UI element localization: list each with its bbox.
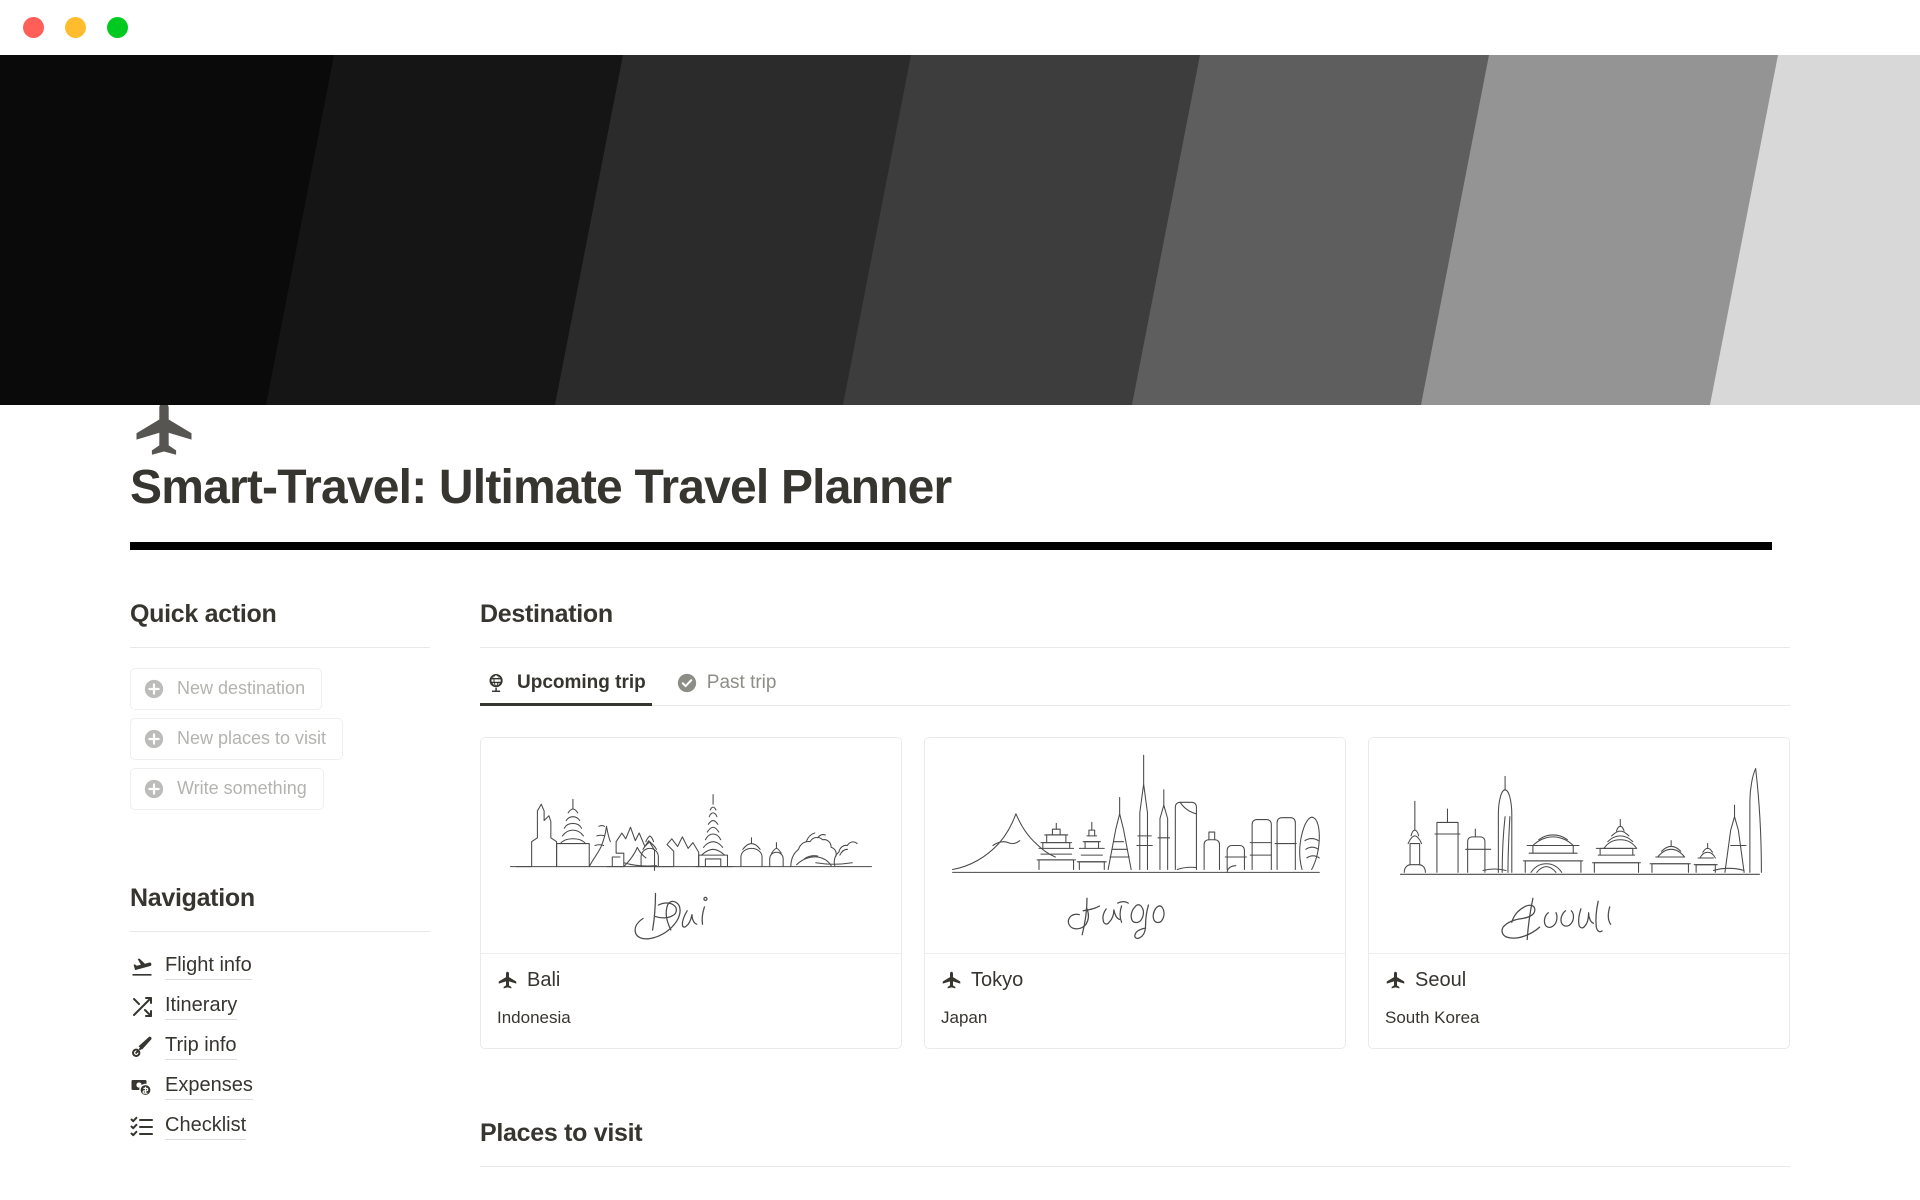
card-title: Tokyo bbox=[971, 968, 1024, 991]
quick-action-block: Quick action New destination New places … bbox=[130, 600, 430, 810]
card-country: Japan bbox=[941, 1007, 988, 1027]
destination-heading: Destination bbox=[480, 599, 613, 628]
card-body: Tokyo Japan bbox=[925, 954, 1345, 1048]
write-something-button[interactable]: Write something bbox=[130, 767, 324, 810]
navigation-divider bbox=[130, 930, 430, 932]
tab-label: Upcoming trip bbox=[517, 671, 646, 693]
card-title: Bali bbox=[527, 968, 561, 991]
card-body: Seoul South Korea bbox=[1369, 954, 1789, 1048]
money-icon bbox=[131, 1079, 152, 1096]
places-to-visit-divider bbox=[480, 1165, 1790, 1167]
sidebar-item-label: Flight info bbox=[165, 954, 252, 980]
navigation-list: Flight info Itinerary Trip info Expenses… bbox=[130, 954, 430, 1140]
card-title-row: Bali bbox=[497, 969, 885, 992]
card-illustration bbox=[1369, 737, 1789, 954]
tab-label: Past trip bbox=[706, 671, 777, 693]
tokyo-skyline-line-art bbox=[952, 754, 1320, 939]
destination-card[interactable]: Bali Indonesia bbox=[480, 736, 902, 1049]
quick-action-list: New destination New places to visit Writ… bbox=[130, 667, 430, 810]
places-to-visit-block: Places to visit bbox=[480, 1119, 1790, 1167]
close-button[interactable] bbox=[23, 17, 44, 38]
card-title-row: Tokyo bbox=[941, 969, 1329, 992]
new-destination-label: New destination bbox=[177, 678, 306, 699]
airplane-icon bbox=[942, 971, 961, 988]
flight-takeoff-icon bbox=[132, 958, 152, 976]
destination-divider bbox=[480, 646, 1790, 648]
checklist-icon bbox=[130, 1116, 153, 1136]
new-destination-button[interactable]: New destination bbox=[130, 667, 323, 710]
check-circle-icon bbox=[677, 673, 696, 692]
plus-circle-icon bbox=[144, 679, 164, 698]
destination-tabs: Upcoming trip Past trip bbox=[480, 664, 1790, 706]
card-title: Seoul bbox=[1415, 968, 1467, 991]
new-places-to-visit-button[interactable]: New places to visit bbox=[130, 717, 344, 760]
card-body: Bali Indonesia bbox=[481, 954, 901, 1048]
card-illustration bbox=[925, 737, 1345, 954]
minimize-button[interactable] bbox=[65, 17, 86, 38]
navigation-block: Navigation Flight info Itinerary Trip in… bbox=[130, 884, 430, 1140]
shuffle-icon bbox=[133, 996, 152, 1017]
plus-circle-icon bbox=[144, 729, 164, 748]
seoul-skyline-line-art bbox=[1399, 767, 1762, 940]
sidebar: Quick action New destination New places … bbox=[130, 600, 430, 1140]
sidebar-item-label: Checklist bbox=[165, 1114, 247, 1140]
sidebar-item-label: Trip info bbox=[165, 1034, 237, 1060]
destination-card[interactable]: Tokyo Japan bbox=[924, 736, 1346, 1049]
airplane-icon bbox=[498, 971, 517, 988]
zoom-button[interactable] bbox=[107, 17, 128, 38]
tab-upcoming-trip[interactable]: Upcoming trip bbox=[480, 664, 652, 706]
sidebar-item-itinerary[interactable]: Itinerary bbox=[130, 994, 430, 1020]
window-controls bbox=[23, 17, 128, 38]
destination-card[interactable]: Seoul South Korea bbox=[1368, 736, 1790, 1049]
quick-action-heading: Quick action bbox=[130, 599, 277, 628]
card-illustration bbox=[481, 737, 901, 954]
paintbrush-icon bbox=[131, 1036, 152, 1057]
card-country: Indonesia bbox=[497, 1007, 571, 1027]
sidebar-item-expenses[interactable]: Expenses bbox=[130, 1074, 430, 1100]
title-divider bbox=[130, 541, 1772, 550]
card-country: South Korea bbox=[1385, 1007, 1480, 1027]
places-to-visit-heading: Places to visit bbox=[480, 1118, 643, 1147]
airplane-icon bbox=[1386, 971, 1405, 988]
tab-past-trip[interactable]: Past trip bbox=[670, 664, 783, 705]
bali-skyline-line-art bbox=[509, 793, 873, 940]
new-places-to-visit-label: New places to visit bbox=[177, 728, 327, 749]
sidebar-item-checklist[interactable]: Checklist bbox=[130, 1114, 430, 1140]
destination-card-list: Bali Indonesia Tokyo Japan Seoul South K… bbox=[480, 736, 1790, 1049]
window-titlebar bbox=[0, 0, 1920, 55]
globe-icon bbox=[489, 673, 503, 692]
page-title: Smart-Travel: Ultimate Travel Planner bbox=[130, 461, 952, 514]
sidebar-item-flight-info[interactable]: Flight info bbox=[130, 954, 430, 980]
navigation-heading: Navigation bbox=[130, 883, 255, 912]
write-something-label: Write something bbox=[177, 778, 307, 799]
sidebar-item-trip-info[interactable]: Trip info bbox=[130, 1034, 430, 1060]
page-cover-banner bbox=[0, 55, 1920, 405]
card-title-row: Seoul bbox=[1385, 969, 1773, 992]
sidebar-item-label: Expenses bbox=[165, 1074, 253, 1100]
main-content: Destination Upcoming trip Past trip Bali… bbox=[480, 600, 1790, 1167]
quick-action-divider bbox=[130, 646, 430, 648]
sidebar-item-label: Itinerary bbox=[165, 994, 238, 1020]
plus-circle-icon bbox=[144, 779, 164, 798]
airplane-icon bbox=[136, 402, 192, 455]
